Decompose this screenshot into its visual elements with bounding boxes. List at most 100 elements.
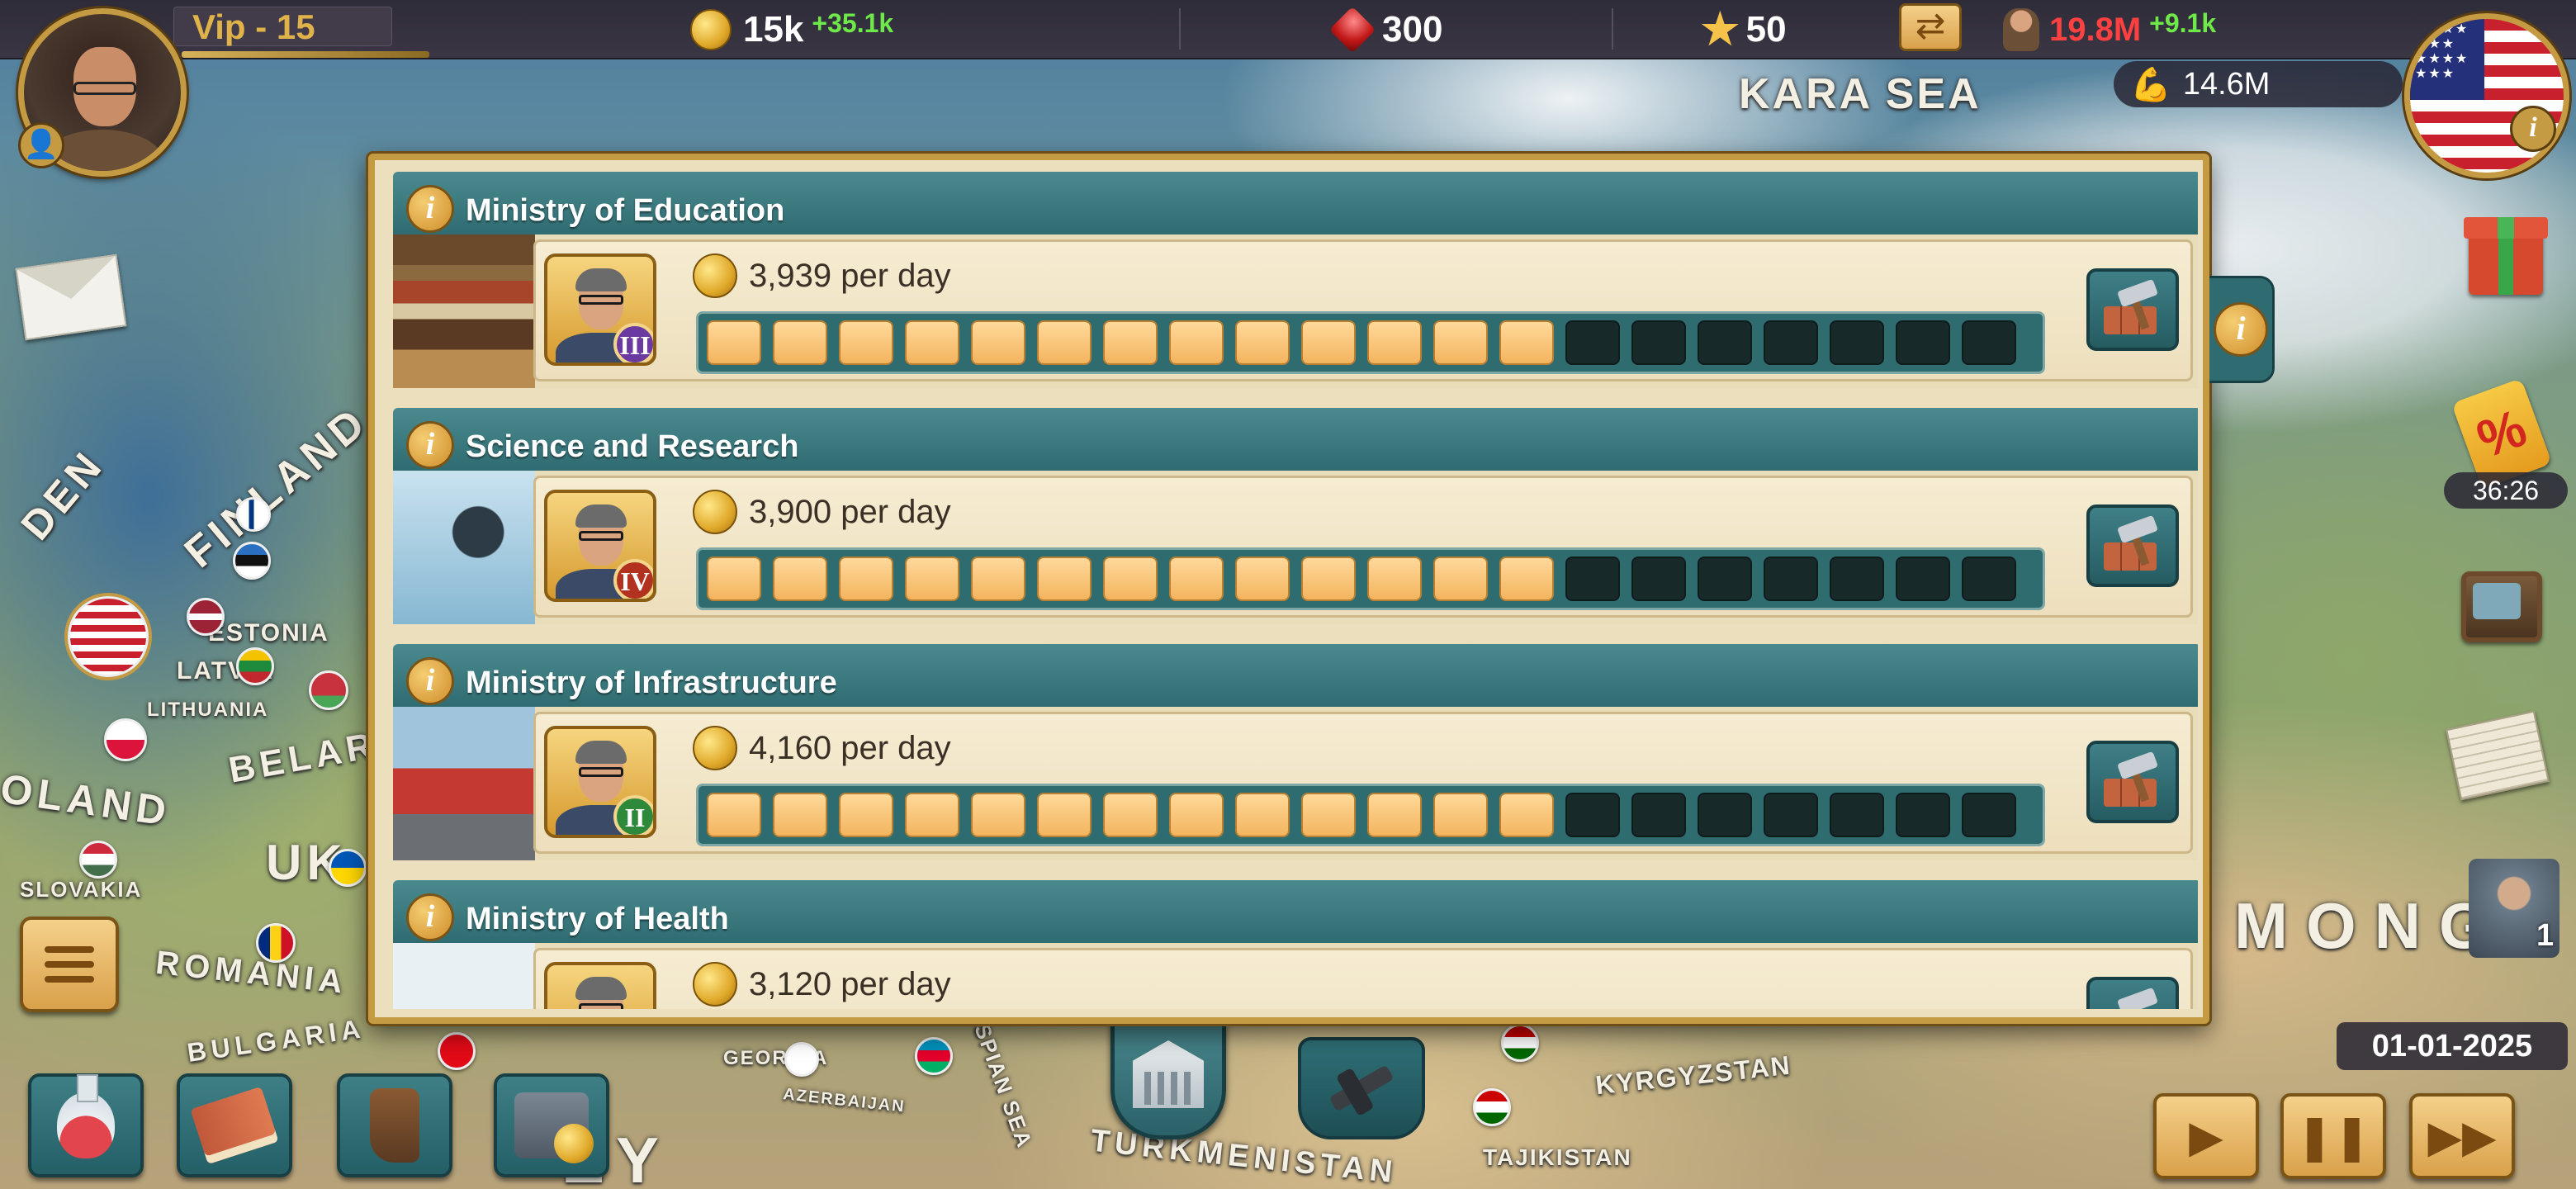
info-icon: i	[2214, 302, 2268, 357]
flag-icon-belarus[interactable]	[309, 670, 348, 710]
government-building-icon	[1133, 1040, 1204, 1108]
newspaper-icon	[2446, 710, 2550, 801]
level-segment-empty	[1764, 320, 1818, 365]
gift-button[interactable]	[2460, 216, 2551, 307]
minister-portrait[interactable]: II	[544, 726, 656, 838]
menu-button[interactable]	[20, 917, 119, 1012]
upgrade-button[interactable]	[2086, 977, 2179, 1009]
flag-icon-estonia[interactable]	[233, 542, 271, 580]
flag-icon-kyrgyzstan-2[interactable]	[1501, 1024, 1539, 1062]
flag-icon-azerbaijan[interactable]	[915, 1037, 953, 1075]
exchange-button[interactable]: ⇄	[1899, 3, 1962, 51]
stars-resource[interactable]: ★ 50	[1701, 7, 1787, 53]
flag-icon-usa-capital[interactable]	[68, 596, 149, 677]
level-segment-filled	[839, 793, 893, 837]
population-icon	[2003, 8, 2039, 51]
level-segment-empty	[1830, 793, 1884, 837]
envelope-icon	[15, 253, 127, 341]
flag-icon-turkey[interactable]	[438, 1032, 476, 1070]
government-button[interactable]	[1110, 1009, 1226, 1139]
flag-icon-lithuania[interactable]	[236, 647, 274, 685]
justice-button[interactable]	[1298, 1037, 1425, 1139]
flag-icon-tajikistan[interactable]	[1473, 1088, 1511, 1126]
hammer-bricks-icon	[2104, 987, 2162, 1009]
map-label-kyrgyzstan: KYRGYZSTAN	[1593, 1049, 1793, 1101]
panel-info-tab[interactable]: i	[2209, 276, 2275, 383]
ministry-card: IV 3,900 per day	[533, 476, 2193, 618]
ministry-body: III 3,939 per day	[393, 234, 2198, 388]
military-strength[interactable]: 💪 14.6M	[2114, 61, 2403, 107]
fast-forward-button[interactable]: ▶▶	[2409, 1093, 2515, 1179]
flag-icon-ukraine[interactable]	[329, 849, 367, 887]
upgrade-button[interactable]	[2086, 268, 2179, 351]
treasury-button[interactable]	[494, 1073, 609, 1177]
minister-portrait[interactable]	[544, 962, 656, 1009]
bicep-icon: 💪	[2130, 66, 2171, 103]
income-text: 3,939 per day	[749, 257, 951, 294]
ministry-title: Ministry of Health	[466, 902, 729, 936]
info-icon[interactable]: i	[406, 893, 454, 941]
level-segment-filled	[1103, 557, 1158, 601]
flag-icon-latvia[interactable]	[187, 598, 225, 636]
info-icon[interactable]: i	[406, 421, 454, 469]
level-segment-empty	[1830, 320, 1884, 365]
level-segment-empty	[1565, 320, 1620, 365]
play-button[interactable]: ▶	[2153, 1093, 2259, 1179]
info-icon[interactable]: i	[406, 657, 454, 705]
video-ads-button[interactable]	[2456, 561, 2547, 652]
gold-delta: +35.1k	[812, 8, 894, 38]
level-segment-filled	[1367, 557, 1422, 601]
income-text: 4,160 per day	[749, 729, 951, 766]
flag-icon-romania[interactable]	[256, 923, 296, 963]
news-button[interactable]	[2446, 710, 2550, 801]
flag-icon-poland[interactable]	[104, 718, 147, 761]
mail-button[interactable]	[15, 253, 127, 341]
minister-portrait[interactable]: IV	[544, 490, 656, 602]
ministries-panel[interactable]: i Ministry of Education III 3,939 per da…	[368, 154, 2209, 1024]
level-segment-filled	[1037, 557, 1091, 601]
level-segment-filled	[1499, 557, 1554, 601]
flag-icon-hungary[interactable]	[79, 841, 117, 879]
country-flag-usa[interactable]: ★★★★ ★★★ ★★★★ ★★★	[2404, 13, 2569, 178]
hammer-bricks-icon	[2104, 514, 2162, 571]
level-segment-filled	[905, 320, 959, 365]
ministries-list[interactable]: i Ministry of Education III 3,939 per da…	[393, 172, 2198, 1009]
profile-icon[interactable]: 👤	[18, 122, 64, 168]
hamburger-line	[45, 961, 94, 968]
gems-resource[interactable]: 300	[1328, 6, 1443, 54]
research-button[interactable]	[28, 1073, 144, 1177]
level-segment-filled	[773, 320, 827, 365]
population-delta: +9.1k	[2149, 8, 2217, 38]
ministry-card: II 4,160 per day	[533, 712, 2193, 854]
country-info-icon[interactable]: i	[2510, 106, 2556, 152]
level-segment-filled	[1301, 320, 1356, 365]
level-segment-empty	[1896, 793, 1950, 837]
hamburger-line	[45, 976, 94, 983]
level-segment-filled	[971, 320, 1025, 365]
laws-book-button[interactable]	[177, 1073, 292, 1177]
pause-button[interactable]: ❚❚	[2280, 1093, 2386, 1179]
info-icon[interactable]: i	[406, 185, 454, 233]
gold-resource[interactable]: 15k +35.1k	[690, 7, 893, 53]
flag-icon-georgia[interactable]	[784, 1042, 819, 1077]
gold-coin-icon	[693, 490, 737, 534]
gems-amount: 300	[1382, 9, 1443, 50]
level-segment-filled	[773, 793, 827, 837]
income-text: 3,120 per day	[749, 965, 951, 1002]
level-segment-filled	[1433, 320, 1488, 365]
vip-level[interactable]: Vip - 15	[173, 7, 392, 46]
minister-portrait[interactable]: III	[544, 253, 656, 366]
army-button[interactable]	[337, 1073, 452, 1177]
level-segment-filled	[1433, 793, 1488, 837]
sale-offer-button[interactable]: %	[2451, 377, 2553, 490]
upgrade-button[interactable]	[2086, 741, 2179, 823]
level-segment-filled	[1301, 793, 1356, 837]
flag-icon-finland[interactable]	[236, 497, 271, 532]
ministry-body: IV 3,900 per day	[393, 471, 2198, 624]
upgrade-button[interactable]	[2086, 504, 2179, 587]
gold-amount: 15k	[743, 9, 804, 50]
population-resource[interactable]: 19.8M +9.1k	[2003, 7, 2216, 53]
population-amount: 19.8M	[2049, 11, 2142, 48]
income-text: 3,900 per day	[749, 493, 951, 530]
level-segment-filled	[1367, 793, 1422, 837]
